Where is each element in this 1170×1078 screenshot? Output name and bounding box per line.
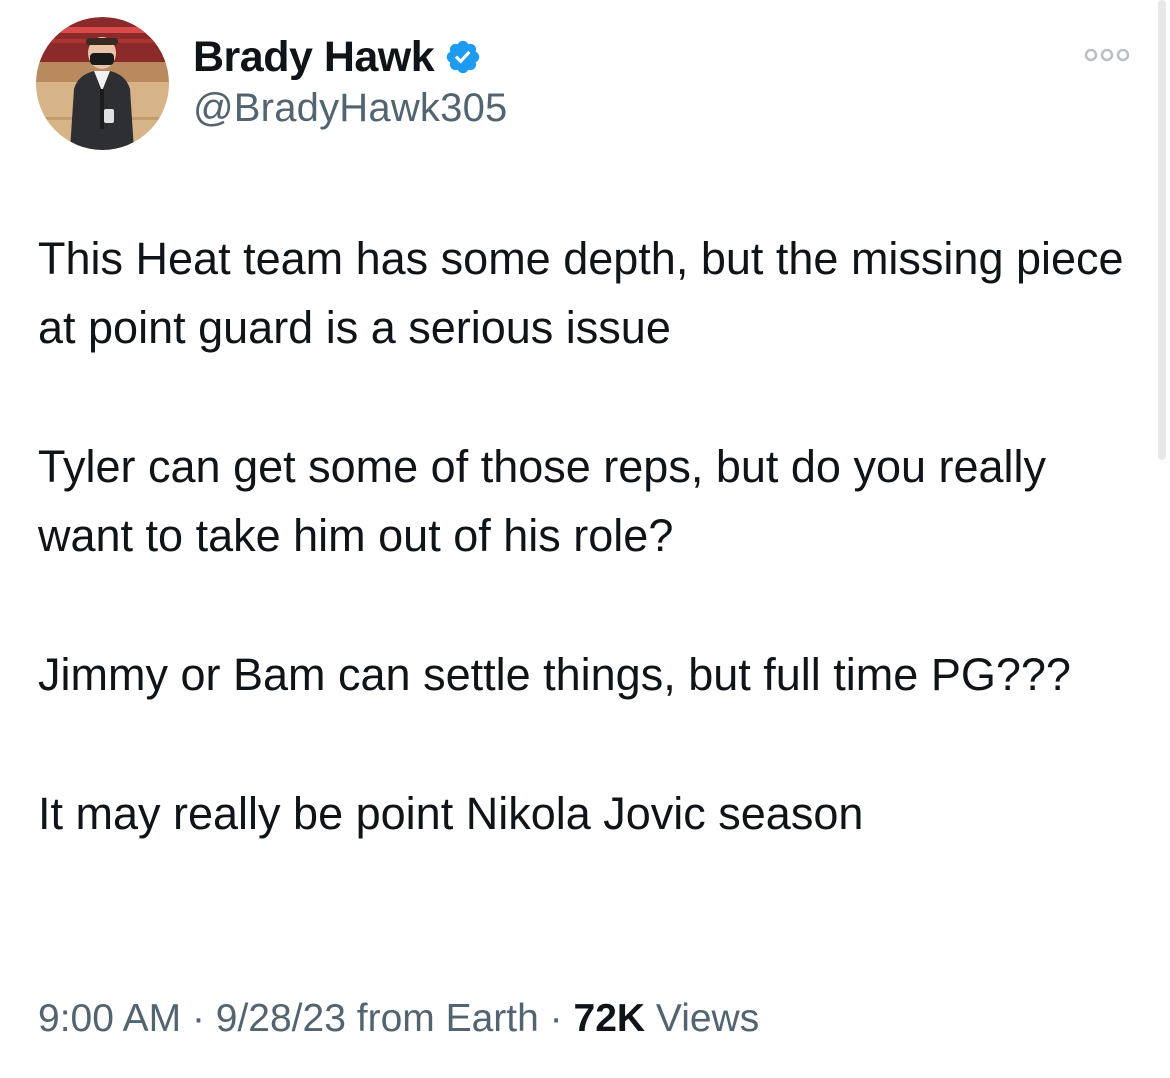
separator-dot: · xyxy=(191,997,205,1040)
scrollbar[interactable] xyxy=(1158,0,1166,460)
separator-dot: · xyxy=(549,997,563,1040)
tweet-metadata: 9:00 AM · 9/28/23 from Earth · 72K Views xyxy=(38,997,759,1041)
display-name[interactable]: Brady Hawk xyxy=(193,33,435,82)
author-handle[interactable]: @BradyHawk305 xyxy=(193,86,507,131)
author-name-row[interactable]: Brady Hawk xyxy=(193,30,482,84)
tweet-paragraph: This Heat team has some depth, but the m… xyxy=(38,233,1137,353)
tweet-paragraph: Tyler can get some of those reps, but do… xyxy=(38,441,1059,561)
tweet-text: This Heat team has some depth, but the m… xyxy=(38,224,1148,848)
views-label[interactable]: Views xyxy=(656,997,759,1040)
tweet-paragraph: Jimmy or Bam can settle things, but full… xyxy=(38,649,1071,700)
tweet-paragraph: It may really be point Nikola Jovic seas… xyxy=(38,788,864,839)
verified-badge-icon xyxy=(444,38,482,76)
more-options-icon[interactable] xyxy=(1083,44,1131,66)
tweet-source: from Earth xyxy=(356,997,539,1040)
views-count[interactable]: 72K xyxy=(574,997,646,1040)
tweet-time[interactable]: 9:00 AM xyxy=(38,997,181,1040)
profile-photo xyxy=(36,17,169,150)
tweet-date[interactable]: 9/28/23 xyxy=(216,997,346,1040)
avatar[interactable] xyxy=(36,17,169,150)
